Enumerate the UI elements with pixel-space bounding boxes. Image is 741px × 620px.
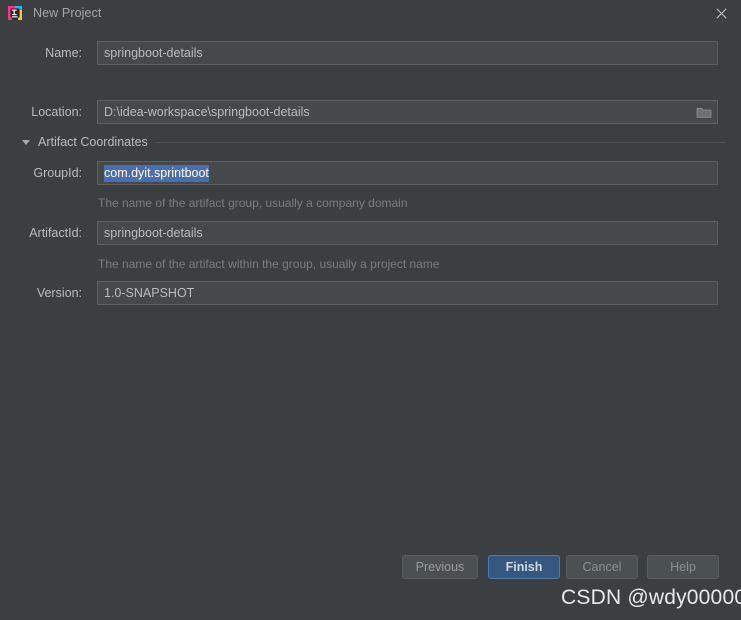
artifactid-row: ArtifactId: springboot-details [0,221,741,245]
folder-icon[interactable] [696,105,712,119]
name-row: Name: springboot-details [0,41,741,65]
close-icon[interactable] [701,0,741,26]
version-label: Version: [36,286,82,300]
previous-button[interactable]: Previous [402,555,478,579]
dialog-body: Name: springboot-details Location: D:\id… [0,26,741,586]
name-input[interactable]: springboot-details [97,41,718,65]
name-value: springboot-details [104,46,203,60]
artifactid-label: ArtifactId: [29,226,82,240]
cancel-button[interactable]: Cancel [566,555,638,579]
artifactid-input[interactable]: springboot-details [97,221,718,245]
location-row: Location: D:\idea-workspace\springboot-d… [0,100,741,124]
title-bar: New Project [0,0,741,26]
groupid-row: GroupId: com.dyit.sprintboot [0,161,741,185]
version-row: Version: 1.0-SNAPSHOT [0,281,741,305]
groupid-input[interactable]: com.dyit.sprintboot [97,161,718,185]
watermark: CSDN @wdy00000 [561,586,741,609]
artifactid-hint: The name of the artifact within the grou… [98,257,440,271]
version-value: 1.0-SNAPSHOT [104,286,195,300]
location-value: D:\idea-workspace\springboot-details [104,105,310,119]
groupid-value: com.dyit.sprintboot [104,164,209,182]
artifact-coordinates-label: Artifact Coordinates [38,135,148,149]
dialog-footer: Previous Finish Cancel Help [0,552,741,586]
help-button[interactable]: Help [647,555,719,579]
name-label: Name: [45,46,82,60]
window-title: New Project [33,6,102,20]
artifact-coordinates-section-header[interactable]: Artifact Coordinates [0,133,741,151]
artifactid-value: springboot-details [104,226,203,240]
location-input[interactable]: D:\idea-workspace\springboot-details [97,100,718,124]
chevron-down-icon[interactable] [22,139,30,145]
groupid-label: GroupId: [33,166,82,180]
finish-button[interactable]: Finish [488,555,560,579]
section-divider [155,141,725,143]
version-input[interactable]: 1.0-SNAPSHOT [97,281,718,305]
location-label: Location: [31,105,82,119]
groupid-hint: The name of the artifact group, usually … [98,196,408,210]
intellij-idea-icon [7,5,23,21]
